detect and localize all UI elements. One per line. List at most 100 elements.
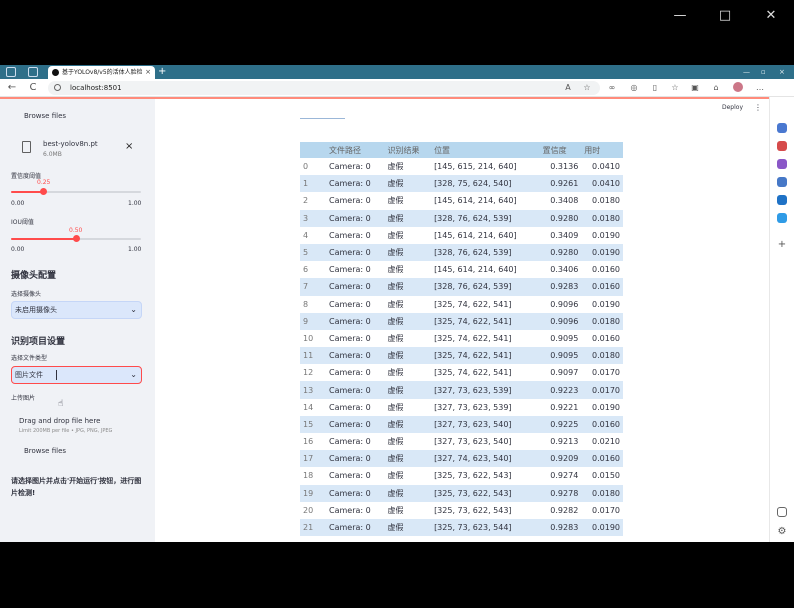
table-cell: 虚假 xyxy=(384,175,432,193)
table-row: 5 Camera: 0 虚假 [328, 76, 624, 539] 0.9280 0.0… xyxy=(300,243,623,262)
browser-tab-active[interactable]: 基于YOLOv8/v5的活体人脸检测系统 × xyxy=(48,66,155,79)
extension-icon[interactable]: ∞ xyxy=(605,81,619,95)
read-aloud-icon[interactable]: A xyxy=(562,82,574,94)
mouse-cursor-icon: ☝ xyxy=(58,399,64,409)
browse-files-button-top[interactable]: Browse files xyxy=(24,112,66,120)
browse-files-button[interactable]: Browse files xyxy=(24,447,66,455)
table-cell: [327, 73, 623, 539] xyxy=(431,398,540,416)
table-cell: 0.0190 xyxy=(581,226,623,244)
table-row: 7 Camera: 0 虚假 [328, 76, 624, 539] 0.9283 0.0… xyxy=(300,278,623,296)
confidence-slider-fill xyxy=(11,191,43,193)
outlook-icon[interactable] xyxy=(777,195,787,205)
tools-icon[interactable] xyxy=(777,159,787,169)
table-cell: [328, 76, 624, 539] xyxy=(431,243,540,262)
close-window-button[interactable]: ✕ xyxy=(761,8,781,24)
browser-minimize-icon[interactable]: — xyxy=(743,65,750,79)
table-cell: Camera: 0 xyxy=(326,415,385,433)
confidence-min: 0.00 xyxy=(11,200,25,207)
table-cell: 0.0210 xyxy=(581,433,623,451)
address-bar[interactable]: localhost:8501 A ☆ xyxy=(48,81,600,95)
table-cell: 0.0410 xyxy=(581,158,623,176)
sidebar: Browse files best-yolov8n.pt 6.0MB × 置信度… xyxy=(0,99,155,542)
shopping-icon[interactable] xyxy=(777,141,787,151)
send-icon[interactable] xyxy=(777,213,787,223)
file-dropzone[interactable]: Drag and drop file here Limit 200MB per … xyxy=(13,417,143,437)
table-cell: 0.9221 xyxy=(539,398,582,416)
collections-icon[interactable]: ▣ xyxy=(688,81,702,95)
games-icon[interactable] xyxy=(777,177,787,187)
profile-avatar[interactable] xyxy=(733,82,743,92)
table-cell: 8 xyxy=(300,295,326,313)
camera-select[interactable]: 未启用摄像头 ⌄ xyxy=(11,301,142,319)
reload-icon[interactable]: C xyxy=(26,81,40,95)
table-header-index xyxy=(300,142,326,158)
table-row: 2 Camera: 0 虚假 [145, 614, 214, 640] 0.3408 0.… xyxy=(300,192,623,210)
browser-close-icon[interactable]: × xyxy=(779,65,785,79)
table-cell: Camera: 0 xyxy=(326,158,385,176)
table-row: 12 Camera: 0 虚假 [325, 74, 622, 541] 0.9097 0.… xyxy=(300,364,623,382)
table-row: 14 Camera: 0 虚假 [327, 73, 623, 539] 0.9221 0.… xyxy=(300,398,623,416)
remove-file-icon[interactable]: × xyxy=(125,141,133,153)
table-cell: [325, 74, 622, 541] xyxy=(431,347,540,365)
tab-title: 基于YOLOv8/v5的活体人脸检测系统 xyxy=(62,69,142,76)
file-type-select[interactable]: 图片文件 ⌄ xyxy=(11,366,142,384)
table-row: 1 Camera: 0 虚假 [328, 75, 624, 540] 0.9261 0.0… xyxy=(300,175,623,193)
iou-slider-thumb[interactable] xyxy=(73,235,80,242)
table-body: 0 Camera: 0 虚假 [145, 615, 214, 640] 0.3136 0.… xyxy=(300,158,623,537)
maximize-button[interactable]: □ xyxy=(715,8,735,24)
table-cell: 0.3408 xyxy=(539,192,582,210)
table-cell: [325, 73, 622, 543] xyxy=(431,501,540,519)
confidence-value: 0.25 xyxy=(37,179,51,186)
table-cell: 虚假 xyxy=(384,501,432,519)
table-cell: 0.0410 xyxy=(581,175,623,193)
table-cell: [328, 76, 624, 539] xyxy=(431,278,540,296)
main-menu-icon[interactable]: ⋮ xyxy=(754,104,762,112)
upload-label: 上传图片 xyxy=(11,395,36,402)
project-section-title: 识别项目设置 xyxy=(11,337,66,347)
table-cell: 虚假 xyxy=(384,433,432,451)
tab-close-icon[interactable]: × xyxy=(145,66,151,79)
browser-menu-icon[interactable]: … xyxy=(753,81,767,95)
table-cell: 0.0190 xyxy=(581,518,623,537)
table-cell: 0.0160 xyxy=(581,415,623,433)
add-icon[interactable]: + xyxy=(777,240,787,250)
browser-essentials-icon[interactable]: ◎ xyxy=(627,81,641,95)
downloads-icon[interactable]: ⌂ xyxy=(709,81,723,95)
search-icon[interactable] xyxy=(777,123,787,133)
deploy-button[interactable]: Deploy xyxy=(722,104,743,111)
split-screen-icon[interactable]: ▯ xyxy=(648,81,662,95)
tab-actions-icon[interactable] xyxy=(28,67,38,77)
new-tab-button[interactable]: + xyxy=(158,65,166,79)
uploaded-file-name: best-yolov8n.pt xyxy=(43,140,98,148)
confidence-slider-thumb[interactable] xyxy=(40,188,47,195)
table-cell: 0.0160 xyxy=(581,261,623,279)
table-row: 11 Camera: 0 虚假 [325, 74, 622, 541] 0.9095 0.… xyxy=(300,347,623,365)
file-type-label: 选择文件类型 xyxy=(11,355,48,362)
table-cell: 0.9283 xyxy=(539,518,582,537)
main-content: Deploy ⋮ 文件路径 识别结果 位置 置信度 用时 0 Camera: 0虚… xyxy=(155,99,769,542)
settings-icon[interactable]: ⚙ xyxy=(777,527,787,537)
minimize-button[interactable]: — xyxy=(670,8,690,24)
favorite-star-icon[interactable]: ☆ xyxy=(581,82,593,94)
table-row: 10 Camera: 0 虚假 [325, 74, 622, 541] 0.9095 0.… xyxy=(300,329,623,348)
table-cell: 0.9223 xyxy=(539,381,582,399)
url-text[interactable]: localhost:8501 xyxy=(70,81,122,95)
table-cell: 虚假 xyxy=(384,192,432,210)
back-icon[interactable]: ← xyxy=(5,81,19,95)
table-cell: [325, 73, 622, 543] xyxy=(431,484,540,502)
table-cell: 16 xyxy=(300,433,326,451)
screen-icon[interactable] xyxy=(777,507,787,517)
table-cell: Camera: 0 xyxy=(326,209,385,227)
table-cell: [327, 73, 623, 540] xyxy=(431,415,540,433)
table-cell: [328, 76, 624, 539] xyxy=(431,209,540,227)
browser-tab-bar: 基于YOLOv8/v5的活体人脸检测系统 × + — ▫ × xyxy=(0,65,794,79)
table-cell: Camera: 0 xyxy=(326,450,385,468)
site-info-icon[interactable] xyxy=(54,84,61,91)
favorites-icon[interactable]: ☆ xyxy=(668,81,682,95)
workspace-icon[interactable] xyxy=(6,67,16,77)
table-row: 15 Camera: 0 虚假 [327, 73, 623, 540] 0.9225 0.… xyxy=(300,415,623,433)
browser-restore-icon[interactable]: ▫ xyxy=(761,65,766,79)
table-cell: 虚假 xyxy=(384,243,432,262)
table-cell: 0.9282 xyxy=(539,501,582,519)
table-cell: 3 xyxy=(300,209,326,227)
